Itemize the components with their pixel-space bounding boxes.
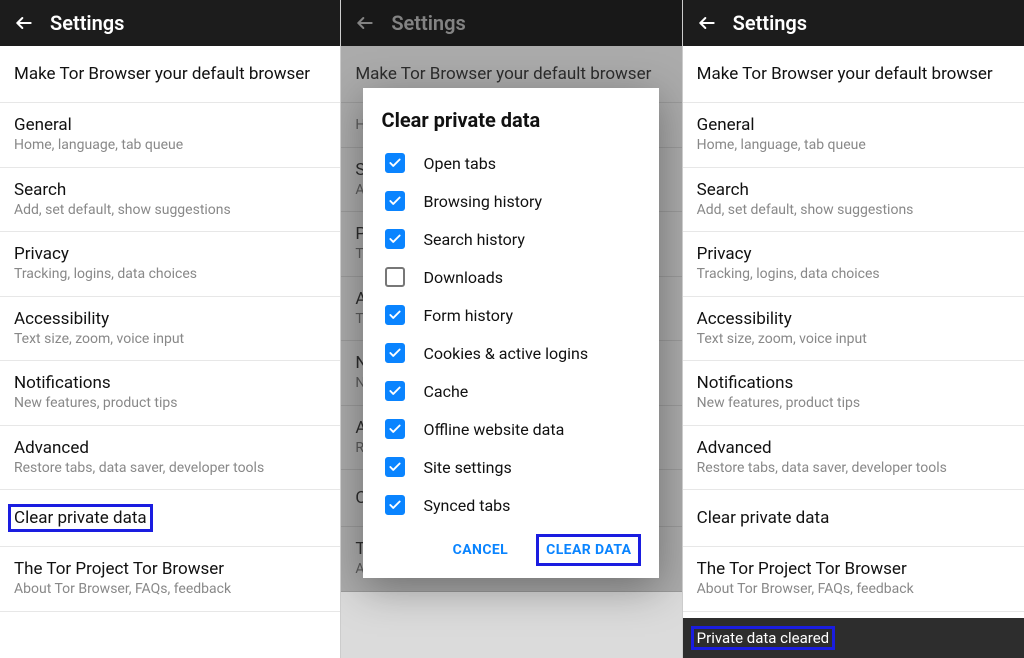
option-form-history[interactable]: Form history <box>381 296 641 334</box>
checkbox-icon[interactable] <box>385 419 405 439</box>
checkbox-icon[interactable] <box>385 343 405 363</box>
row-clear-private-data[interactable]: Clear private data <box>683 490 1024 547</box>
row-about[interactable]: The Tor Project Tor BrowserAbout Tor Bro… <box>0 547 340 612</box>
row-clear-private-data[interactable]: Clear private data <box>0 490 340 547</box>
row-default-browser[interactable]: Make Tor Browser your default browser <box>683 46 1024 103</box>
row-notifications[interactable]: NotificationsNew features, product tips <box>0 361 340 426</box>
clear-data-button[interactable]: CLEAR DATA <box>536 534 641 566</box>
option-offline-data[interactable]: Offline website data <box>381 410 641 448</box>
row-advanced[interactable]: AdvancedRestore tabs, data saver, develo… <box>683 426 1024 491</box>
toast-message: Private data cleared <box>691 626 835 650</box>
clear-private-data-dialog: Clear private data Open tabs Browsing hi… <box>363 88 659 578</box>
row-privacy[interactable]: PrivacyTracking, logins, data choices <box>683 232 1024 297</box>
option-synced-tabs[interactable]: Synced tabs <box>381 486 641 524</box>
row-accessibility[interactable]: AccessibilityText size, zoom, voice inpu… <box>683 297 1024 362</box>
option-cache[interactable]: Cache <box>381 372 641 410</box>
settings-list: Make Tor Browser your default browser Ge… <box>0 46 340 612</box>
row-general[interactable]: GeneralHome, language, tab queue <box>683 103 1024 168</box>
checkbox-icon[interactable] <box>385 457 405 477</box>
option-downloads[interactable]: Downloads <box>381 258 641 296</box>
dialog-title: Clear private data <box>381 108 641 132</box>
dialog-scrim[interactable]: Clear private data Open tabs Browsing hi… <box>341 0 681 658</box>
checkbox-icon[interactable] <box>385 153 405 173</box>
header-title: Settings <box>50 11 124 35</box>
checkbox-icon[interactable] <box>385 229 405 249</box>
toast: Private data cleared <box>683 618 1024 658</box>
row-about[interactable]: The Tor Project Tor BrowserAbout Tor Bro… <box>683 547 1024 612</box>
dialog-actions: CANCEL CLEAR DATA <box>381 534 641 566</box>
row-advanced[interactable]: AdvancedRestore tabs, data saver, develo… <box>0 426 340 491</box>
app-header: Settings <box>683 0 1024 46</box>
row-default-browser[interactable]: Make Tor Browser your default browser <box>0 46 340 103</box>
checkbox-icon[interactable] <box>385 495 405 515</box>
screenshot-step-1: Settings Make Tor Browser your default b… <box>0 0 341 658</box>
row-accessibility[interactable]: AccessibilityText size, zoom, voice inpu… <box>0 297 340 362</box>
app-header: Settings <box>0 0 340 46</box>
settings-list: Make Tor Browser your default browser Ge… <box>683 46 1024 612</box>
row-privacy[interactable]: PrivacyTracking, logins, data choices <box>0 232 340 297</box>
option-open-tabs[interactable]: Open tabs <box>381 144 641 182</box>
row-search[interactable]: SearchAdd, set default, show suggestions <box>0 168 340 233</box>
header-title: Settings <box>733 11 807 35</box>
screenshot-step-2: Settings Make Tor Browser your default b… <box>341 0 682 658</box>
cancel-button[interactable]: CANCEL <box>443 534 518 566</box>
option-browsing-history[interactable]: Browsing history <box>381 182 641 220</box>
checkbox-icon[interactable] <box>385 381 405 401</box>
back-icon[interactable] <box>10 9 38 37</box>
option-site-settings[interactable]: Site settings <box>381 448 641 486</box>
checkbox-icon[interactable] <box>385 267 405 287</box>
row-notifications[interactable]: NotificationsNew features, product tips <box>683 361 1024 426</box>
checkbox-icon[interactable] <box>385 191 405 211</box>
checkbox-icon[interactable] <box>385 305 405 325</box>
row-clear-private-data-label: Clear private data <box>8 504 153 532</box>
screenshot-step-3: Settings Make Tor Browser your default b… <box>683 0 1024 658</box>
back-icon[interactable] <box>693 9 721 37</box>
row-general[interactable]: GeneralHome, language, tab queue <box>0 103 340 168</box>
option-search-history[interactable]: Search history <box>381 220 641 258</box>
option-cookies[interactable]: Cookies & active logins <box>381 334 641 372</box>
row-search[interactable]: SearchAdd, set default, show suggestions <box>683 168 1024 233</box>
